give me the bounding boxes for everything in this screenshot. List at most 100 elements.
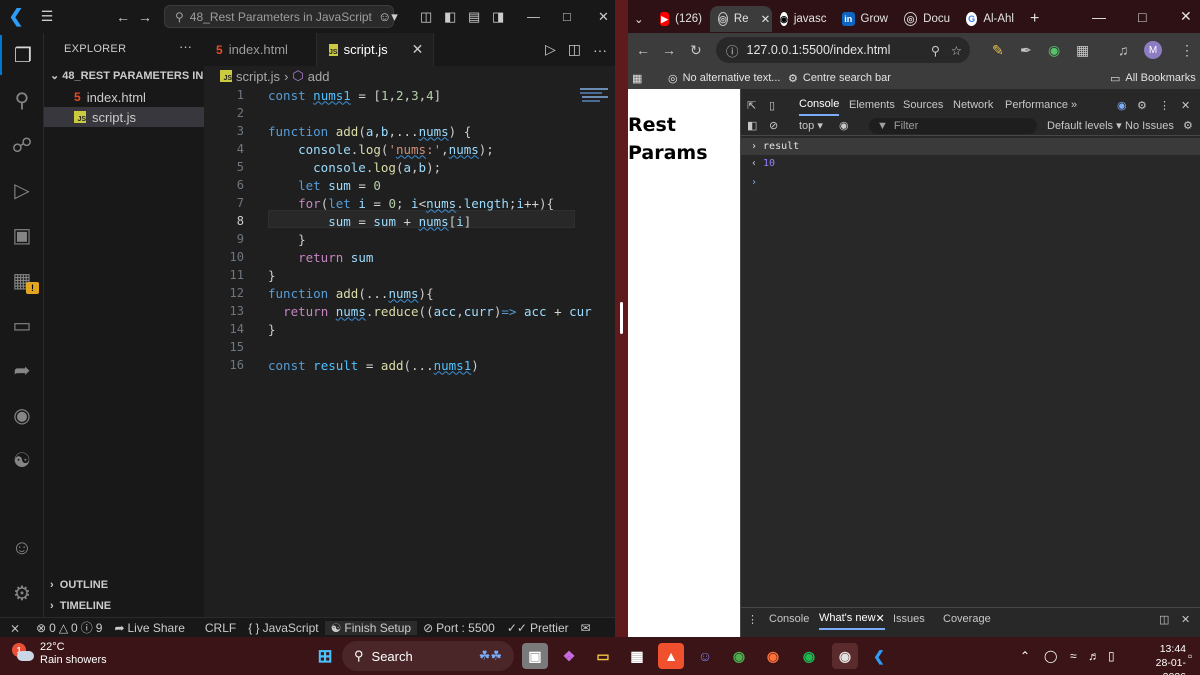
live-expression-eye-icon[interactable]: ◉	[839, 119, 849, 132]
language-status[interactable]: { } JavaScript	[242, 621, 324, 635]
bookmark-item[interactable]: ◎ No alternative text...	[668, 72, 780, 85]
settings-gear-icon[interactable]: ⚙	[0, 573, 44, 613]
close-tab-icon[interactable]: ✕	[412, 41, 424, 58]
new-tab-button[interactable]: +	[1022, 6, 1044, 32]
issues-counter[interactable]: No Issues	[1125, 120, 1174, 132]
site-info-icon[interactable]: ⓘ	[726, 41, 739, 60]
context-selector[interactable]: top ▾	[799, 119, 823, 132]
file-script-js[interactable]: JS script.js	[44, 107, 204, 127]
more-actions-icon[interactable]: ···	[179, 39, 192, 54]
address-bar[interactable]: ⓘ 127.0.0.1:5500/index.html ⚲ ☆	[716, 37, 970, 63]
media-controls-icon[interactable]: ♫	[1118, 33, 1129, 67]
finish-setup-status[interactable]: ☯ Finish Setup	[324, 620, 418, 635]
drawer-tab-console[interactable]: Console	[769, 608, 809, 630]
copilot-icon[interactable]: ☺▾	[378, 0, 398, 33]
tab-rest-params[interactable]: ◎ Re ✕	[710, 6, 772, 32]
tab-console[interactable]: Console	[799, 94, 840, 116]
drawer-tab-issues[interactable]: Issues	[893, 608, 925, 630]
battery-icon[interactable]: ▯	[1108, 637, 1115, 675]
breadcrumb-file[interactable]: script.js	[236, 69, 280, 84]
location-off-icon[interactable]: ◯	[1044, 637, 1057, 675]
more-tabs-icon[interactable]: »	[1071, 94, 1077, 116]
profile-avatar[interactable]: M	[1144, 33, 1162, 67]
forward-arrow-icon[interactable]: →	[662, 33, 676, 67]
run-file-icon[interactable]: ▷	[545, 41, 556, 58]
tab-script-js[interactable]: JS script.js ✕	[317, 33, 434, 66]
restore-icon[interactable]: □	[563, 0, 571, 33]
extension-color-icon[interactable]: ◉	[1048, 33, 1060, 67]
tab-search-icon[interactable]: ⌄	[628, 6, 652, 32]
tab-google[interactable]: G Al-Ahl	[958, 6, 1022, 32]
github-icon[interactable]: ◉	[0, 395, 44, 435]
extension-eyedropper-icon[interactable]: ✒	[1020, 33, 1032, 67]
tab-network[interactable]: Network	[953, 94, 993, 116]
chrome-menu-icon[interactable]: ⋮	[1180, 33, 1194, 67]
microsoft-store-icon[interactable]: ▦	[624, 643, 650, 669]
live-share-icon[interactable]: ➦	[0, 350, 44, 390]
breadcrumb-symbol[interactable]: add	[308, 69, 330, 84]
reload-icon[interactable]: ↻	[690, 33, 702, 67]
dock-side-icon[interactable]: ◫	[1159, 608, 1169, 630]
toggle-panel-icon[interactable]: ▤	[468, 0, 480, 33]
console-prompt[interactable]: ›	[741, 174, 1200, 191]
clear-console-icon[interactable]: ⊘	[769, 119, 778, 132]
volume-icon[interactable]: ♬	[1088, 637, 1100, 675]
timeline-section[interactable]: › TIMELINE	[50, 600, 111, 612]
settings-gear-icon[interactable]: ⚙	[1137, 94, 1147, 116]
run-debug-icon[interactable]: ▷	[0, 170, 44, 210]
copilot-chat-icon[interactable]: ☯	[0, 440, 44, 480]
drawer-menu-icon[interactable]: ⋮	[747, 608, 758, 630]
log-levels-dropdown[interactable]: Default levels ▾	[1047, 119, 1122, 132]
all-bookmarks[interactable]: ▭ All Bookmarks	[1110, 72, 1196, 85]
zoom-icon[interactable]: ⚲	[931, 43, 940, 58]
forward-arrow-icon[interactable]: →	[130, 9, 160, 25]
vscode-app-icon[interactable]: ❮	[866, 643, 892, 669]
task-view-icon[interactable]: ▣	[522, 643, 548, 669]
source-control-icon[interactable]: ☍	[0, 125, 44, 165]
search-view-icon[interactable]: ⚲	[0, 80, 44, 120]
tab-github[interactable]: ◉ javasc	[772, 6, 834, 32]
inspect-element-icon[interactable]: ⇱	[747, 94, 756, 116]
remote-icon[interactable]: ⨯	[0, 621, 30, 635]
outline-section[interactable]: › OUTLINE	[50, 579, 108, 591]
tab-elements[interactable]: Elements	[849, 94, 895, 116]
prettier-status[interactable]: ✓✓ Prettier	[501, 621, 575, 635]
notifications-bell-icon[interactable]: ✉	[575, 621, 597, 635]
eol-status[interactable]: CRLF	[199, 621, 242, 635]
weather-widget[interactable]: 1 22°C Rain showers	[12, 641, 107, 667]
more-actions-icon[interactable]: ···	[593, 42, 607, 58]
console-settings-icon[interactable]: ⚙	[1183, 119, 1193, 132]
layout-customize-icon[interactable]: ◫	[420, 0, 432, 33]
wifi-icon[interactable]: ≈	[1070, 637, 1077, 675]
ai-assistance-icon[interactable]: ◉	[1117, 94, 1127, 116]
teams-icon[interactable]: ☺	[692, 643, 718, 669]
close-drawer-icon[interactable]: ✕	[1181, 608, 1190, 630]
device-toolbar-icon[interactable]: ▯	[769, 94, 775, 116]
spotify-icon[interactable]: ◉	[796, 643, 822, 669]
minimize-icon[interactable]: —	[527, 0, 540, 33]
sidebar-toggle-icon[interactable]: ◧	[747, 119, 757, 132]
show-hidden-icons[interactable]: ⌃	[1020, 637, 1030, 675]
chrome-app-icon[interactable]: ◉	[726, 643, 752, 669]
port-status[interactable]: ⊘ Port : 5500	[417, 621, 501, 635]
extensions-icon[interactable]: ▦!	[0, 260, 44, 300]
close-window-icon[interactable]: ✕	[1180, 0, 1192, 33]
drawer-tab-coverage[interactable]: Coverage	[943, 608, 991, 630]
toggle-sidebar-icon[interactable]: ◧	[444, 0, 456, 33]
taskbar-search[interactable]: ⚲ Search ☘☘	[342, 641, 514, 671]
extension-pencil-icon[interactable]: ✎	[992, 33, 1004, 67]
remote-explorer-icon[interactable]: ▣	[0, 215, 44, 255]
live-share-status[interactable]: ➦ Live Share	[108, 621, 190, 635]
account-icon[interactable]: ☺	[0, 528, 44, 568]
file-index-html[interactable]: 5 index.html	[44, 87, 204, 107]
more-options-icon[interactable]: ⋮	[1159, 94, 1170, 116]
brave-browser-icon[interactable]: ▲	[658, 643, 684, 669]
file-explorer-icon[interactable]: ▭	[590, 643, 616, 669]
tab-docs[interactable]: ◎ Docu	[896, 6, 958, 32]
drawer-tab-whats-new[interactable]: What's new ✕	[819, 608, 885, 630]
problems-status[interactable]: ⊗ 0 △ 0 ⓘ 9	[30, 619, 108, 636]
tab-index-html[interactable]: 5 index.html	[204, 33, 317, 66]
copilot-app-icon[interactable]: ❖	[556, 643, 582, 669]
firefox-icon[interactable]: ◉	[760, 643, 786, 669]
folder-icon[interactable]: ▭	[0, 305, 44, 345]
